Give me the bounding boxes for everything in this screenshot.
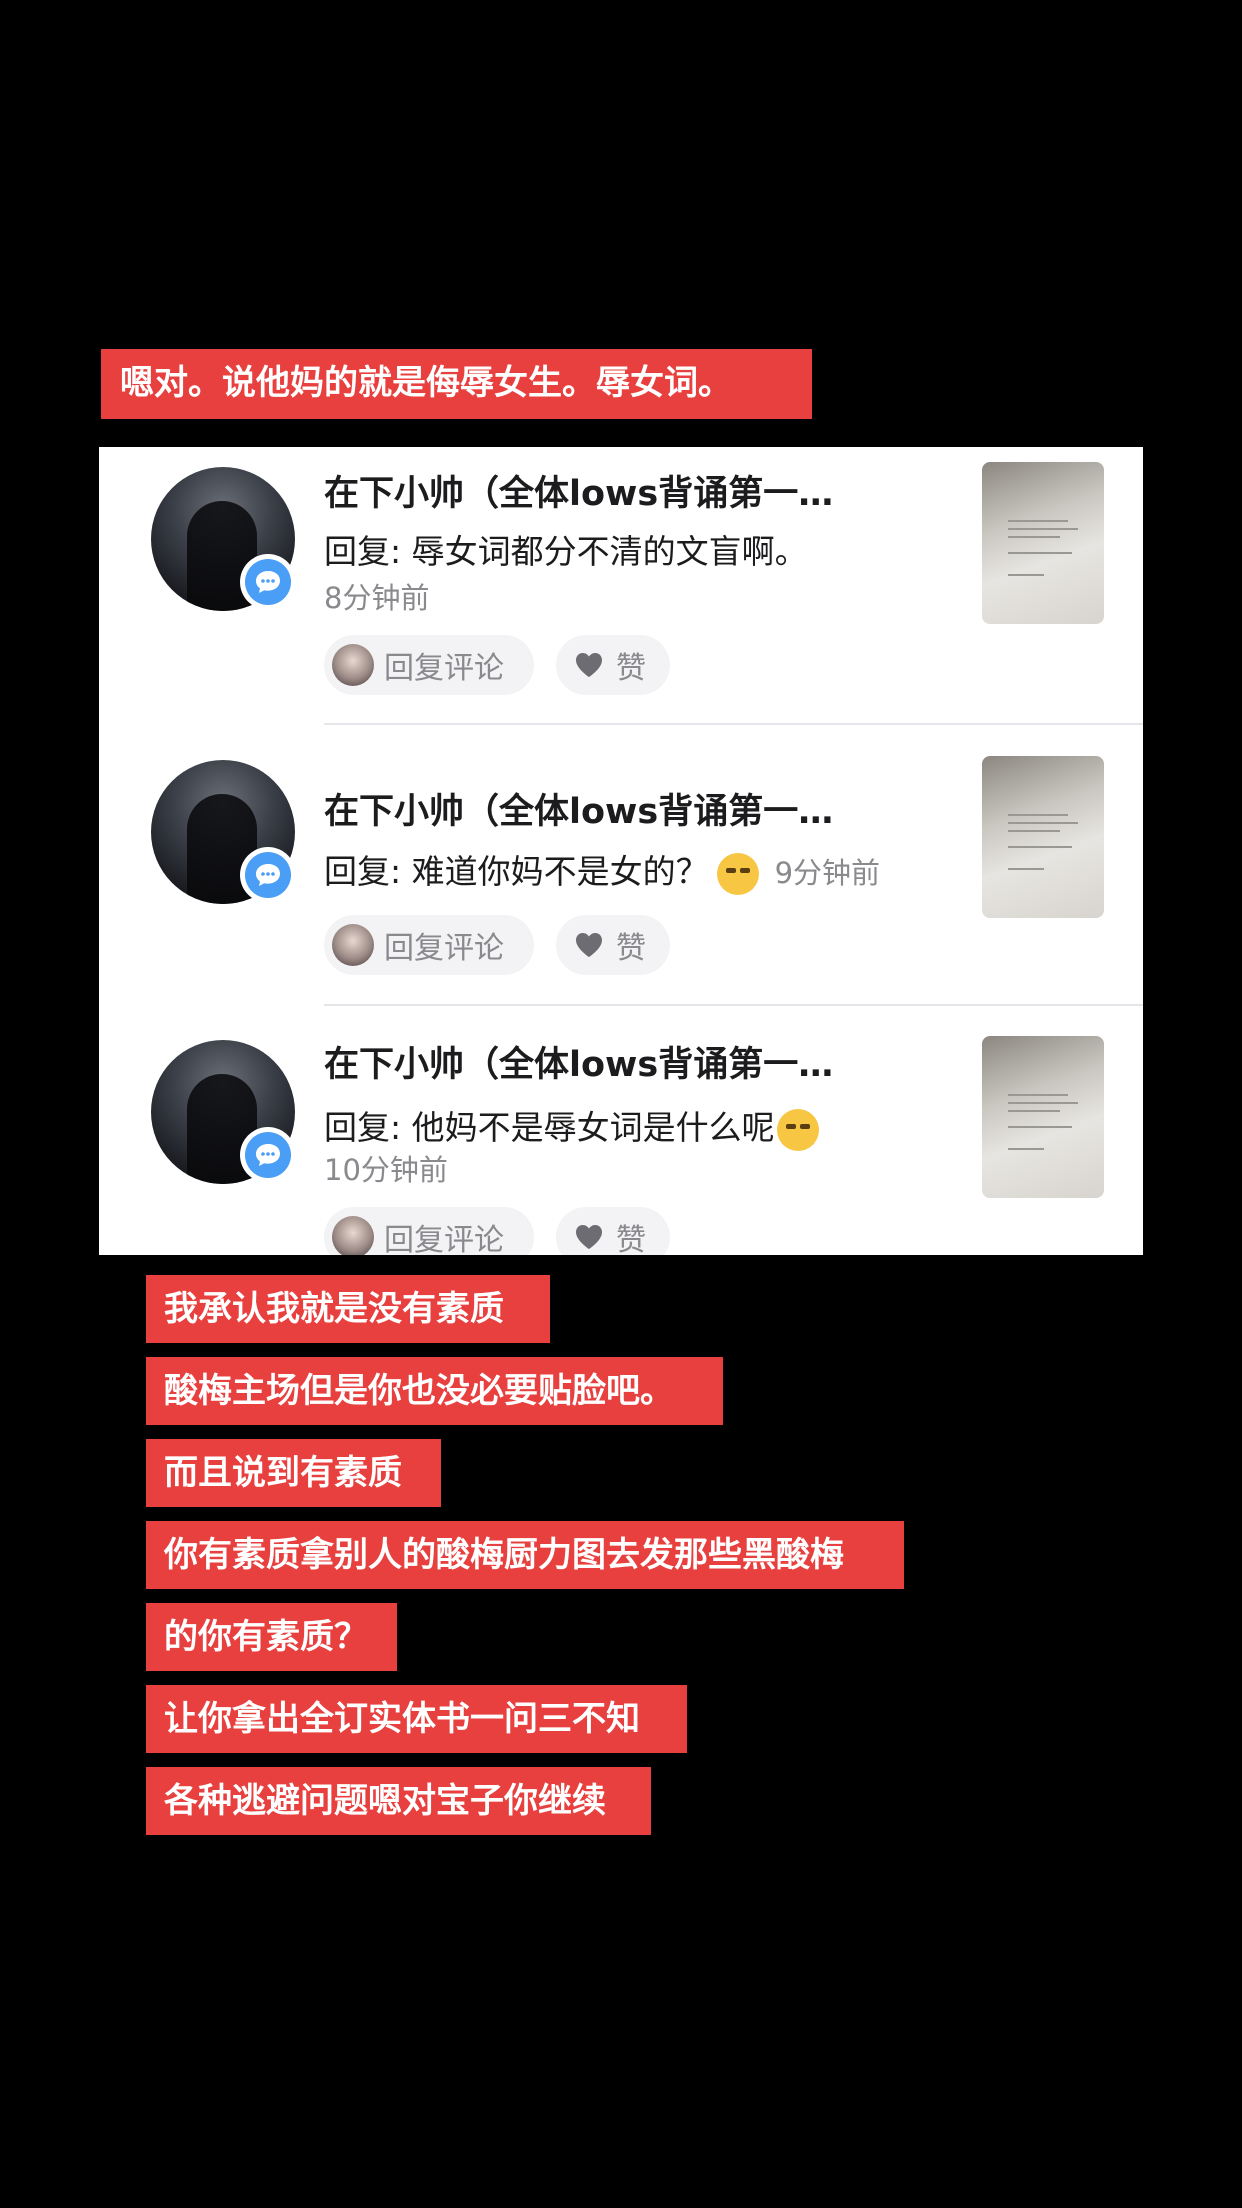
comment-author[interactable]: 在下小帅（全体lows背诵第一… xyxy=(324,465,833,516)
headline-label: 嗯对。说他妈的就是侮辱女生。辱女词。 xyxy=(101,349,812,419)
attached-image[interactable] xyxy=(982,756,1104,918)
comment-reply-text: 回复: 难道你妈不是女的？ 9分钟前 xyxy=(324,845,880,895)
divider xyxy=(324,723,1143,725)
attached-image[interactable] xyxy=(982,1036,1104,1198)
reply-comment-button[interactable]: 回复评论 xyxy=(324,1207,534,1255)
comment-author[interactable]: 在下小帅（全体lows背诵第一… xyxy=(324,783,833,834)
chat-bubble-icon xyxy=(240,554,296,610)
comment-reply-text: 回复: 辱女词都分不清的文盲啊。 xyxy=(324,532,808,571)
divider xyxy=(324,1004,1143,1006)
comment-time: 8分钟前 xyxy=(324,581,430,615)
comment-reply-content: 回复: 他妈不是辱女词是什么呢 xyxy=(324,1108,775,1147)
like-button[interactable]: 赞 xyxy=(556,915,670,975)
caption-label: 让你拿出全订实体书一问三不知 xyxy=(146,1685,687,1753)
reply-comment-button[interactable]: 回复评论 xyxy=(324,915,534,975)
comment-reply-text: 回复: 他妈不是辱女词是什么呢 xyxy=(324,1101,819,1151)
like-button[interactable]: 赞 xyxy=(556,1207,670,1255)
heart-icon xyxy=(576,933,602,957)
heart-icon xyxy=(576,653,602,677)
attached-image[interactable] xyxy=(982,462,1104,624)
comment-author[interactable]: 在下小帅（全体lows背诵第一… xyxy=(324,1036,833,1087)
rolling-eyes-emoji-icon xyxy=(716,852,759,895)
caption-label: 你有素质拿别人的酸梅厨力图去发那些黑酸梅 xyxy=(146,1521,904,1589)
heart-icon xyxy=(576,1225,602,1249)
caption-label: 各种逃避问题嗯对宝子你继续 xyxy=(146,1767,651,1835)
avatar xyxy=(332,924,374,966)
avatar xyxy=(332,644,374,686)
caption-label: 我承认我就是没有素质 xyxy=(146,1275,550,1343)
comment-time: 10分钟前 xyxy=(324,1153,448,1187)
comment-card: 在下小帅（全体lows背诵第一… 回复: 辱女词都分不清的文盲啊。 8分钟前 回… xyxy=(99,447,1143,1255)
caption-label: 而且说到有素质 xyxy=(146,1439,441,1507)
caption-label: 的你有素质？ xyxy=(146,1603,397,1671)
reply-comment-button[interactable]: 回复评论 xyxy=(324,635,534,695)
avatar xyxy=(332,1216,374,1255)
comment-reply-content: 回复: 难道你妈不是女的？ xyxy=(324,852,709,891)
like-button[interactable]: 赞 xyxy=(556,635,670,695)
chat-bubble-icon xyxy=(240,1127,296,1183)
rolling-eyes-emoji-icon xyxy=(776,1108,819,1151)
caption-label: 酸梅主场但是你也没必要贴脸吧。 xyxy=(146,1357,723,1425)
comment-time: 9分钟前 xyxy=(774,856,881,890)
chat-bubble-icon xyxy=(240,847,296,903)
